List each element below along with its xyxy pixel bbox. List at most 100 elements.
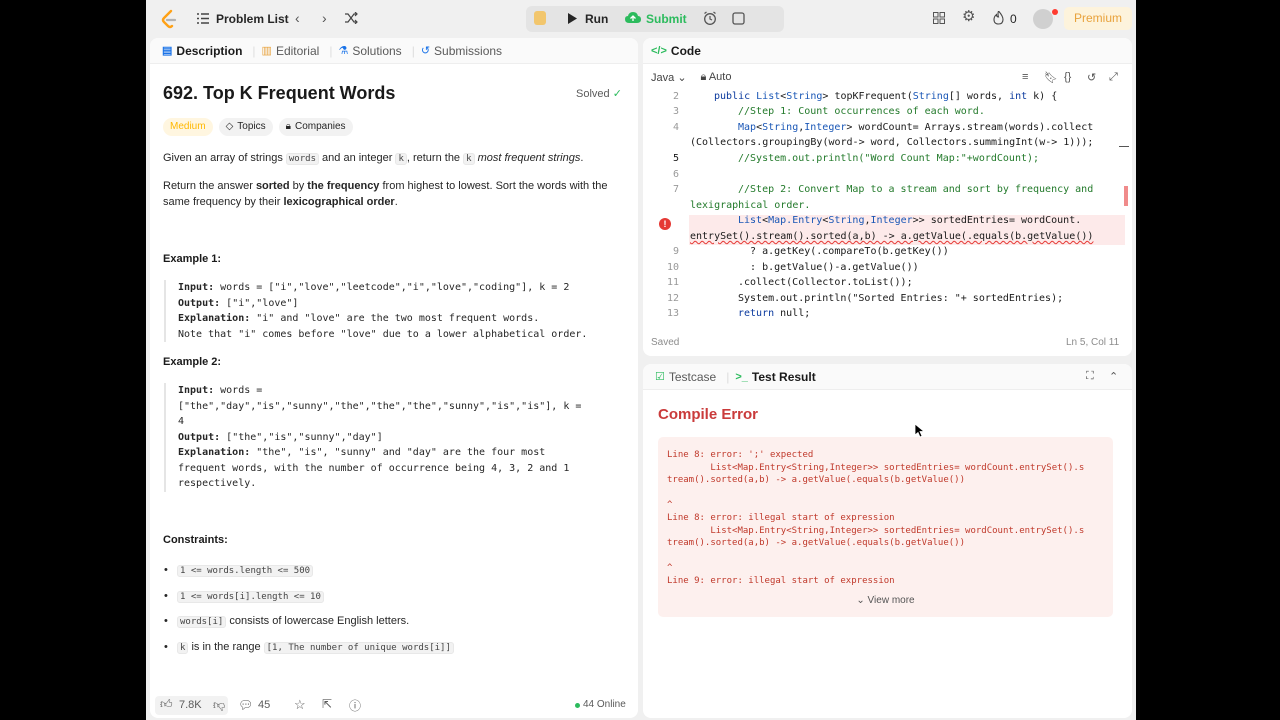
label: Explanation: — [178, 313, 251, 324]
tab-test-result-label: Test Result — [751, 369, 816, 384]
history-icon: ↺ — [420, 45, 431, 57]
tab-divider: | — [252, 43, 256, 58]
text: is in the range — [188, 641, 264, 653]
timer-icon[interactable] — [703, 11, 717, 25]
tab-test-result[interactable]: >_ Test Result — [735, 370, 815, 384]
tab-description-label: Description — [176, 43, 243, 58]
label: Explanation: — [178, 447, 251, 458]
code-icon: </> — [651, 44, 667, 57]
code-line: //Step 2: Convert Map to a stream and so… — [738, 184, 1094, 195]
online-count: 44 Online — [583, 699, 626, 710]
text: and an integer — [318, 152, 396, 164]
chevron-right-icon[interactable]: › — [322, 11, 327, 25]
line-number: 6 — [672, 169, 679, 180]
line-number: 9 — [672, 246, 679, 257]
code-line: return null; — [738, 308, 811, 319]
flame-icon[interactable] — [993, 11, 1004, 25]
code-line: public List<String> topKFrequent(String[… — [714, 91, 1058, 102]
play-icon[interactable] — [567, 13, 577, 24]
error-marker-icon[interactable]: ! — [659, 218, 671, 230]
problem-title: 692. Top K Frequent Words — [163, 83, 396, 103]
inline-code: 1 <= words.length <= 500 — [177, 565, 314, 577]
code-line: //Step 1: Count occurrences of each word… — [738, 106, 985, 117]
tab-divider: | — [411, 43, 415, 58]
tab-editorial[interactable]: ▥ Editorial — [262, 44, 320, 58]
gear-icon[interactable]: ⚙ — [962, 9, 975, 24]
tab-solutions[interactable]: ⚗ Solutions — [338, 44, 401, 58]
shuffle-icon[interactable] — [345, 12, 358, 24]
braces-icon[interactable]: {} — [1064, 71, 1071, 83]
notification-dot — [1052, 9, 1058, 15]
test-result-panel: ☑ Testcase | >_ Test Result ⛶ ⌃ Compile … — [643, 364, 1132, 718]
tab-editorial-label: Editorial — [275, 43, 320, 58]
line-number: 11 — [666, 277, 679, 288]
tab-testcase[interactable]: ☑ Testcase — [655, 370, 716, 384]
inline-code: words — [285, 153, 319, 165]
flask-icon: ⚗ — [338, 45, 349, 57]
problem-statement-2: Return the answer sorted by the frequenc… — [163, 178, 629, 210]
scrollbar-error-marker — [1124, 186, 1128, 206]
checkbox-icon: ☑ — [655, 371, 665, 383]
upload-cloud-icon[interactable] — [625, 11, 641, 24]
editor-toolbar: Java ⌄ 🔒︎ Auto ≡ 🔖︎ {} ↺ ⤢ — [643, 64, 1132, 90]
format-icon[interactable]: ≡ — [1022, 71, 1028, 83]
bookmark-icon[interactable]: 🔖︎ — [1044, 71, 1058, 84]
label: Output: — [178, 431, 221, 443]
constraint-item: words[i] consists of lowercase English l… — [164, 615, 409, 628]
value: words = ["i","love","leetcode","i","love… — [214, 282, 570, 293]
reset-icon[interactable]: ↺ — [1087, 71, 1096, 84]
companies-label: Companies — [294, 121, 346, 132]
code-editor[interactable]: ! 2 3 4 5 6 7 9 10 11 12 13 public List<… — [643, 90, 1132, 326]
solved-label: Solved — [576, 88, 610, 100]
text: , return the — [406, 152, 464, 164]
check-circle-icon: ✓ — [612, 88, 622, 100]
terminal-icon: >_ — [735, 370, 748, 383]
chevrons-down-icon: ⌄ — [856, 595, 865, 606]
text: . — [394, 196, 398, 208]
thumbs-down-icon[interactable]: 👎︎ — [213, 698, 225, 713]
document-icon: ▤ — [162, 45, 173, 57]
chevron-left-icon[interactable]: ‹ — [295, 11, 300, 25]
star-icon[interactable]: ☆ — [294, 697, 306, 713]
maximize-icon[interactable]: ⛶ — [1086, 370, 1094, 383]
problem-list-link[interactable]: Problem List — [216, 12, 289, 26]
chevron-down-icon: ⌄ — [677, 71, 687, 84]
auto-mode-toggle[interactable]: 🔒︎ Auto — [701, 71, 732, 84]
value: words = ["the","day","is","sunny","the",… — [178, 385, 582, 427]
language-label: Java — [651, 71, 675, 84]
chevron-up-icon[interactable]: ⌃ — [1109, 370, 1118, 383]
layout-grid-icon[interactable] — [933, 12, 945, 24]
description-tabs: ▤ Description | ▥ Editorial | ⚗ Solution… — [150, 38, 638, 64]
description-footer: 👍︎ 7.8K 👎︎ 💬︎ 45 ☆ ⇱ ⓘ 44 Online — [150, 693, 638, 718]
share-icon[interactable]: ⇱ — [322, 697, 332, 711]
problem-list-icon[interactable] — [197, 13, 209, 24]
code-tab-label: Code — [670, 43, 701, 58]
submit-button[interactable]: Submit — [646, 12, 687, 26]
inline-code: [1, The number of unique words[i]] — [263, 642, 454, 654]
companies-chip[interactable]: 🔒︎ Companies — [278, 118, 353, 136]
line-number: 7 — [672, 184, 679, 195]
language-select[interactable]: Java ⌄ — [651, 71, 687, 84]
value: ["i","love"] — [220, 297, 299, 309]
code-line: (Collectors.groupingBy(word-> word, Coll… — [690, 137, 1094, 148]
note-icon[interactable] — [732, 12, 745, 25]
scrollbar-position-marker — [1119, 146, 1129, 147]
run-button[interactable]: Run — [585, 12, 608, 26]
text: lexicographical order — [283, 196, 395, 208]
expand-icon[interactable]: ⤢ — [1109, 71, 1118, 84]
inline-code: k — [177, 642, 189, 654]
lock-icon: 🔒︎ — [285, 121, 291, 132]
text: by — [289, 180, 308, 192]
debug-icon[interactable] — [534, 11, 546, 25]
tab-description[interactable]: ▤ Description — [162, 44, 242, 58]
like-button[interactable]: 👍︎ 7.8K 👎︎ — [155, 696, 228, 715]
premium-button[interactable]: Premium — [1064, 7, 1132, 30]
leetcode-logo-icon[interactable] — [160, 9, 178, 29]
example-2-block: Input: words = ["the","day","is","sunny"… — [164, 383, 626, 492]
topics-chip[interactable]: ◇ Topics — [218, 118, 273, 136]
tab-submissions[interactable]: ↺ Submissions — [421, 44, 502, 58]
help-icon[interactable]: ⓘ — [349, 697, 361, 714]
comment-icon[interactable]: 💬︎ — [238, 698, 253, 712]
avatar[interactable] — [1033, 9, 1053, 29]
view-more-button[interactable]: ⌄ View more — [658, 595, 1113, 606]
